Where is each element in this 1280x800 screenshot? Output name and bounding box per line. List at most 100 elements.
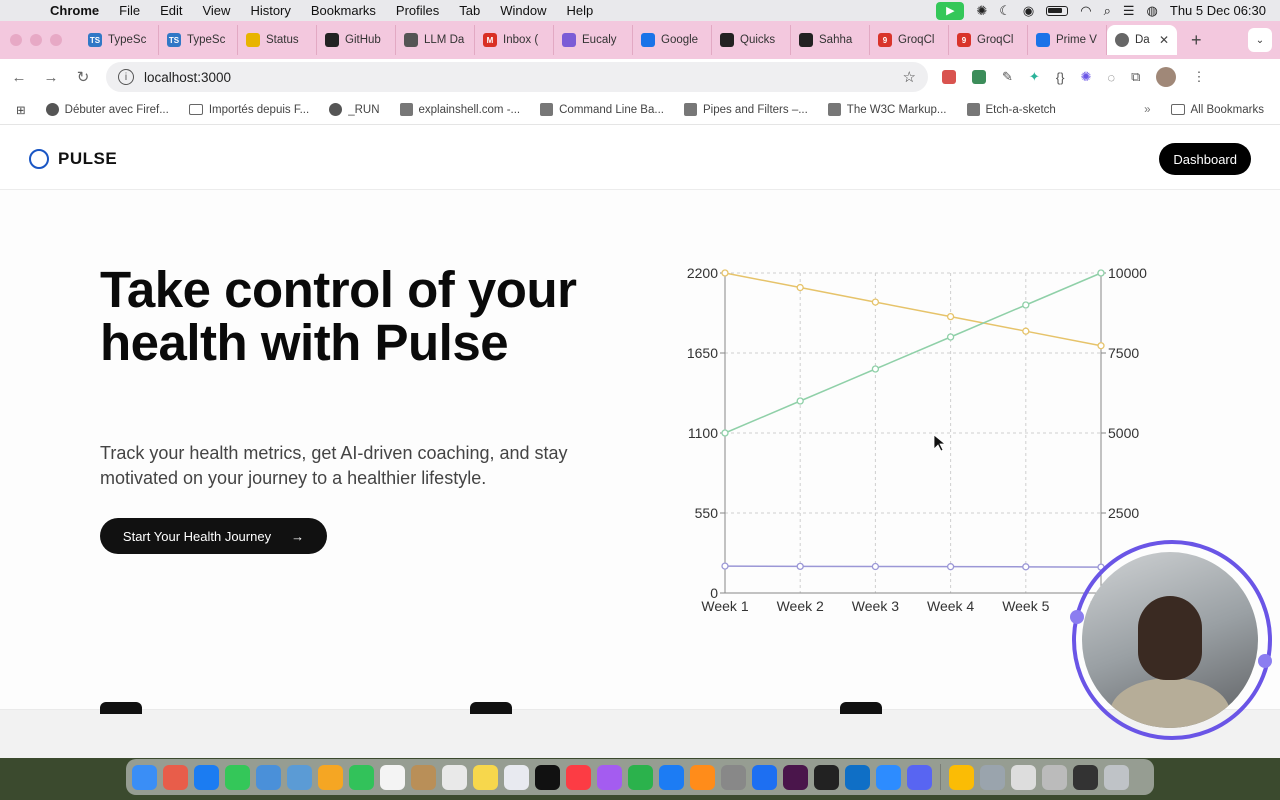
tab-0[interactable]: TS TypeSc — [80, 25, 159, 55]
tab-7[interactable]: Google — [633, 25, 712, 55]
dock-app-icon[interactable] — [659, 764, 684, 790]
dock-app-icon[interactable] — [194, 764, 219, 790]
menu-help[interactable]: Help — [557, 3, 604, 18]
battery-icon[interactable] — [1046, 5, 1069, 16]
menu-history[interactable]: History — [240, 3, 300, 18]
dock-app-icon[interactable] — [535, 764, 560, 790]
dock-app-icon[interactable] — [845, 764, 870, 790]
extension-gear-icon[interactable]: ✺ — [1081, 69, 1092, 85]
menu-file[interactable]: File — [109, 3, 150, 18]
tab-active[interactable]: Da ✕ — [1107, 25, 1177, 55]
tab-2[interactable]: Status — [238, 25, 317, 55]
search-icon[interactable]: ⌕ — [1104, 3, 1111, 19]
menu-app-name[interactable]: Chrome — [40, 3, 109, 18]
site-logo[interactable]: PULSE — [29, 149, 117, 169]
dock-app-icon[interactable] — [597, 764, 622, 790]
back-arrow-icon[interactable]: ← — [10, 69, 28, 86]
bookmark-item[interactable]: Etch-a-sketch — [966, 103, 1056, 116]
dock-app-icon[interactable] — [504, 764, 529, 790]
dock-app-icon[interactable] — [442, 764, 467, 790]
dock-app-icon[interactable] — [1011, 764, 1036, 790]
profile-avatar[interactable] — [1156, 67, 1177, 87]
minimize-window-button[interactable] — [30, 34, 42, 46]
forward-arrow-icon[interactable]: → — [42, 69, 60, 86]
menu-edit[interactable]: Edit — [150, 3, 192, 18]
close-tab-icon[interactable]: ✕ — [1159, 33, 1169, 47]
dock-app-icon[interactable] — [349, 764, 374, 790]
tab-5[interactable]: M Inbox ( — [475, 25, 554, 55]
dock-app-icon[interactable] — [721, 764, 746, 790]
wifi-icon[interactable]: ◠ — [1080, 3, 1091, 19]
dock-app-icon[interactable] — [752, 764, 777, 790]
extension-red-icon[interactable] — [942, 70, 956, 84]
close-window-button[interactable] — [10, 34, 22, 46]
all-bookmarks-button[interactable]: All Bookmarks — [1170, 104, 1264, 116]
siri-icon[interactable]: ◍ — [1147, 3, 1158, 19]
play-icon[interactable]: ◉ — [1023, 3, 1034, 19]
tab-search-button[interactable]: ⌄ — [1248, 28, 1272, 52]
dock-app-icon[interactable] — [1042, 764, 1067, 790]
dock-app-icon[interactable] — [814, 764, 839, 790]
dock-app-icon[interactable] — [256, 764, 281, 790]
menu-tab[interactable]: Tab — [449, 3, 490, 18]
apps-grid-icon[interactable]: ⊞ — [16, 103, 26, 117]
bookmark-item[interactable]: Importés depuis F... — [188, 103, 309, 116]
tab-9[interactable]: Sahha — [791, 25, 870, 55]
dock-app-icon[interactable] — [411, 764, 436, 790]
reload-icon[interactable]: ↻ — [74, 68, 92, 86]
zoom-window-button[interactable] — [50, 34, 62, 46]
dock-app-icon[interactable] — [783, 764, 808, 790]
extension-json-icon[interactable]: {} — [1056, 70, 1065, 85]
dock-app-icon[interactable] — [628, 764, 653, 790]
extension-m-icon[interactable] — [972, 70, 986, 84]
chrome-menu-icon[interactable]: ⋮ — [1192, 69, 1205, 85]
dock-app-icon[interactable] — [907, 764, 932, 790]
menu-view[interactable]: View — [192, 3, 240, 18]
site-info-icon[interactable]: i — [118, 69, 134, 85]
dock-app-icon[interactable] — [473, 764, 498, 790]
dock-app-icon[interactable] — [566, 764, 591, 790]
dock-app-icon[interactable] — [318, 764, 343, 790]
extension-circle-icon[interactable]: ◌ — [1107, 70, 1115, 85]
tab-6[interactable]: Eucaly — [554, 25, 633, 55]
dock-app-icon[interactable] — [980, 764, 1005, 790]
extension-leaf-icon[interactable]: ✦ — [1029, 69, 1040, 85]
dashboard-button[interactable]: Dashboard — [1159, 143, 1251, 175]
extensions-puzzle-icon[interactable]: ⧉ — [1131, 69, 1140, 85]
dock-app-icon[interactable] — [690, 764, 715, 790]
start-journey-button[interactable]: Start Your Health Journey → — [100, 518, 327, 554]
menu-bookmarks[interactable]: Bookmarks — [301, 3, 386, 18]
tab-4[interactable]: LLM Da — [396, 25, 475, 55]
more-bookmarks-icon[interactable]: » — [1144, 104, 1150, 116]
tab-12[interactable]: Prime V — [1028, 25, 1107, 55]
dock-app-icon[interactable] — [287, 764, 312, 790]
moon-icon[interactable]: ☾ — [999, 3, 1011, 19]
bookmark-item[interactable]: Débuter avec Firef... — [45, 103, 169, 116]
bookmark-star-icon[interactable]: ☆ — [903, 68, 916, 86]
address-url[interactable]: localhost:3000 — [144, 70, 231, 85]
control-center-icon[interactable]: ☰ — [1123, 3, 1135, 19]
dock-app-icon[interactable] — [876, 764, 901, 790]
dock-app-icon[interactable] — [225, 764, 250, 790]
brightness-icon[interactable]: ✺ — [976, 3, 987, 19]
video-camera-icon[interactable]: ▶ — [936, 1, 965, 20]
tab-11[interactable]: 9 GroqCl — [949, 25, 1028, 55]
menu-window[interactable]: Window — [490, 3, 556, 18]
dock-app-icon[interactable] — [1104, 764, 1129, 790]
dock-app-icon[interactable] — [1073, 764, 1098, 790]
tab-10[interactable]: 9 GroqCl — [870, 25, 949, 55]
dock-app-icon[interactable] — [949, 764, 974, 790]
tab-8[interactable]: Quicks — [712, 25, 791, 55]
new-tab-button[interactable]: + — [1191, 30, 1202, 51]
bookmark-item[interactable]: Command Line Ba... — [540, 103, 664, 116]
bookmark-item[interactable]: Pipes and Filters –... — [683, 103, 808, 116]
dock-app-icon[interactable] — [380, 764, 405, 790]
dock-app-icon[interactable] — [132, 764, 157, 790]
menu-clock[interactable]: Thu 5 Dec 06:30 — [1170, 3, 1266, 18]
menu-profiles[interactable]: Profiles — [386, 3, 449, 18]
bookmark-item[interactable]: The W3C Markup... — [827, 103, 947, 116]
address-bar[interactable]: i localhost:3000 ☆ — [106, 62, 928, 92]
bookmark-item[interactable]: explainshell.com -... — [399, 103, 520, 116]
bookmark-item[interactable]: _RUN — [329, 103, 380, 116]
tab-1[interactable]: TS TypeSc — [159, 25, 238, 55]
